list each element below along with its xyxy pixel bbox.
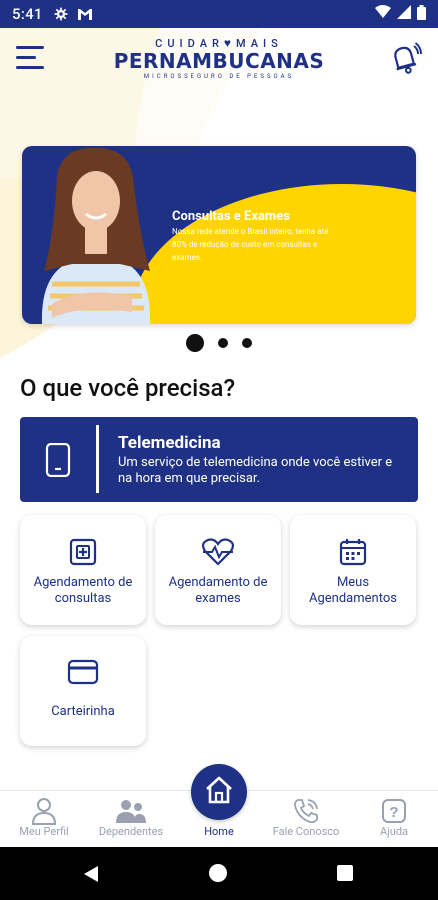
logo-sub-text: MICROSSEGURO DE PESSOAS <box>143 73 295 80</box>
service-label: Agendamento de consultas <box>33 575 133 606</box>
logo-top-text: CUIDAR♥MAIS <box>155 36 283 50</box>
nav-label-home[interactable]: Home <box>175 825 263 838</box>
medical-cross-icon <box>20 537 146 567</box>
users-icon <box>87 797 175 825</box>
telemedicina-title: Telemedicina <box>118 433 221 453</box>
carousel-dot-3[interactable] <box>242 338 252 348</box>
telemedicina-description: Um serviço de telemedicina onde você est… <box>118 455 393 486</box>
banner-person-image <box>22 146 162 324</box>
home-button[interactable] <box>191 764 247 820</box>
carousel-dot-1[interactable] <box>186 334 204 352</box>
svg-text:?: ? <box>389 804 398 821</box>
banner-title: Consultas e Exames <box>172 209 290 224</box>
gear-icon <box>53 6 69 22</box>
app-header: CUIDAR♥MAIS PERNAMBUCANAS MICROSSEGURO D… <box>0 28 438 98</box>
status-time: 5:41 <box>12 5 43 23</box>
promo-banner[interactable]: Consultas e Exames Nossa rede atende o B… <box>22 146 416 324</box>
gmail-icon <box>77 6 93 22</box>
nav-label: Fale Conosco <box>272 825 340 838</box>
phone-call-icon <box>262 797 350 825</box>
question-icon: ? <box>350 797 438 825</box>
service-label: Meus Agendamentos <box>309 575 397 606</box>
service-label: Carteirinha <box>51 704 115 719</box>
nav-label: Dependentes <box>98 825 164 838</box>
heartbeat-icon <box>155 537 281 567</box>
recent-apps-icon[interactable] <box>337 865 353 881</box>
wifi-icon <box>375 5 391 23</box>
brand-logo: CUIDAR♥MAIS PERNAMBUCANAS MICROSSEGURO D… <box>0 36 438 80</box>
battery-icon <box>417 4 426 24</box>
app-screen: 5:41 CUIDAR♥MAIS PERNAMBUCANAS MICROSSEG… <box>0 0 438 900</box>
back-icon[interactable] <box>83 865 99 887</box>
telemedicina-card[interactable]: Telemedicina Um serviço de telemedicina … <box>20 417 418 502</box>
signal-icon <box>397 5 411 23</box>
nav-item-meu-perfil[interactable]: Meu Perfil <box>0 797 88 838</box>
service-card-agendamento-consultas[interactable]: Agendamento de consultas <box>20 515 146 625</box>
status-bar: 5:41 <box>0 0 438 28</box>
section-title: O que você precisa? <box>20 374 236 402</box>
service-card-agendamento-exames[interactable]: Agendamento de exames <box>155 515 281 625</box>
card-icon <box>20 658 146 688</box>
calendar-icon <box>290 537 416 567</box>
service-card-carteirinha[interactable]: Carteirinha <box>20 636 146 746</box>
user-icon <box>0 797 88 825</box>
home-icon <box>204 775 234 809</box>
nav-item-dependentes[interactable]: Dependentes <box>87 797 175 838</box>
system-navigation-bar <box>0 847 438 900</box>
nav-label: Meu Perfil <box>19 825 69 838</box>
heart-icon: ♥ <box>223 36 237 50</box>
logo-main-text: PERNAMBUCANAS <box>113 49 325 73</box>
nav-item-fale-conosco[interactable]: Fale Conosco <box>262 797 350 838</box>
system-home-icon[interactable] <box>209 864 227 882</box>
carousel-indicator <box>0 334 438 352</box>
service-label: Agendamento de exames <box>168 575 268 606</box>
carousel-dot-2[interactable] <box>218 338 228 348</box>
bell-icon[interactable] <box>386 40 422 76</box>
banner-text: Nossa rede atende o Brasil inteiro, tenh… <box>172 227 329 262</box>
service-card-meus-agendamentos[interactable]: Meus Agendamentos <box>290 515 416 625</box>
nav-label: Ajuda <box>379 825 409 838</box>
smartphone-icon <box>44 442 72 478</box>
telemedicina-divider <box>96 425 99 493</box>
nav-item-ajuda[interactable]: ? Ajuda <box>350 797 438 838</box>
